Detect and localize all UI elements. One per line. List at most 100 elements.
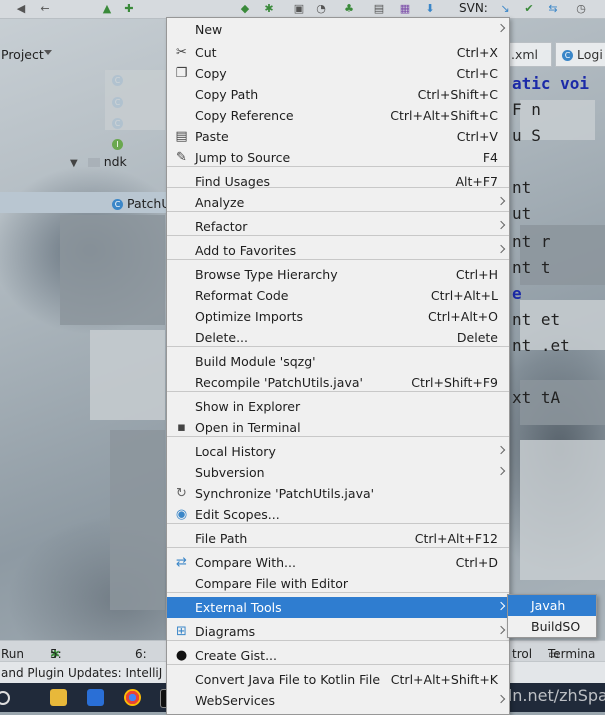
submenu-item-label: BuildSO [531,619,581,634]
terminal-tool-label: Termina [548,647,596,661]
menu-item-label: Open in Terminal [195,420,301,435]
menu-item-label: Local History [195,444,276,459]
menu-item-label: Build Module 'sqzg' [195,354,316,369]
menu-item-shortcut: Ctrl+Alt+Shift+C [390,108,498,123]
menu-item-webservices[interactable]: WebServices [167,690,509,711]
menu-item-label: Browse Type Hierarchy [195,267,338,282]
compare-icon: ⇄ [176,555,187,570]
scissors-icon: ✂ [176,45,187,60]
forward-arrow-icon[interactable]: ← [38,2,52,15]
menu-item-compare-file-with-editor[interactable]: Compare File with Editor [167,573,509,594]
menu-item-file-path[interactable]: File Path Ctrl+Alt+F12 [167,528,509,549]
tab-xml[interactable]: .xml [508,42,552,67]
avd-icon[interactable]: ▣ [292,2,306,15]
menu-item-label: Analyze [195,195,245,210]
menu-item-edit-scopes[interactable]: ◉ Edit Scopes... [167,504,509,525]
svn-update-project-icon[interactable]: ↘ [498,2,512,15]
tree-interface-item[interactable]: I [112,136,127,151]
menu-item-external-tools[interactable]: External Tools [167,597,509,618]
diagram-icon: ⊞ [176,624,187,639]
menu-item-label: Paste [195,129,229,144]
chevron-right-icon [498,220,504,231]
chrome-icon[interactable] [124,689,141,706]
menu-item-label: New [195,22,223,37]
menu-item-label: Copy [195,66,227,81]
bug-icon[interactable]: ✱ [262,2,276,15]
menu-item-label: Delete... [195,330,248,345]
menu-item-shortcut: Ctrl+Shift+F9 [411,375,498,390]
build-icon[interactable]: ▲ [100,2,114,15]
menu-item-jump-to-source[interactable]: ✎ Jump to Source F4 [167,147,509,168]
code-line: ut [512,204,532,223]
menu-item-copy[interactable]: ❐ Copy Ctrl+C [167,63,509,84]
menu-item-recompile-patchutils-java[interactable]: Recompile 'PatchUtils.java' Ctrl+Shift+F9 [167,372,509,393]
menu-item-delete[interactable]: Delete... Delete [167,327,509,348]
menu-item-add-to-favorites[interactable]: Add to Favorites [167,240,509,261]
menu-item-copy-path[interactable]: Copy Path Ctrl+Shift+C [167,84,509,105]
menu-item-local-history[interactable]: Local History [167,441,509,462]
code-line: nt .et [512,336,570,355]
menu-item-create-gist[interactable]: ● Create Gist... [167,645,509,666]
menu-item-browse-type-hierarchy[interactable]: Browse Type Hierarchy Ctrl+H [167,264,509,285]
code-line: F n [512,100,541,119]
back-icon[interactable]: ◀ [14,2,28,15]
blurred-region [520,440,605,580]
run-icon[interactable]: ✚ [122,2,136,15]
tab-xml-label: .xml [511,47,539,62]
svn-commit-icon[interactable]: ✔ [522,2,536,15]
menu-item-label: Jump to Source [195,150,291,165]
history-icon[interactable]: ◷ [574,2,588,15]
menu-item-find-usages[interactable]: Find Usages Alt+F7 [167,171,509,192]
expand-arrow-icon[interactable]: ▼ [70,158,78,169]
menu-item-copy-reference[interactable]: Copy Reference Ctrl+Alt+Shift+C [167,105,509,126]
class-icon: C [562,50,573,61]
menu-item-reformat-code[interactable]: Reformat Code Ctrl+Alt+L [167,285,509,306]
store-icon[interactable] [87,689,104,706]
submenu-item-buildso[interactable]: BuildSO [508,616,596,637]
blurred-region [60,215,165,325]
menu-item-open-in-terminal[interactable]: ▪ Open in Terminal [167,417,509,438]
svn-compare-icon[interactable]: ⇆ [546,2,560,15]
code-line: e [512,284,522,303]
interface-icon: I [112,139,123,150]
layout-inspector-icon[interactable]: ▦ [398,2,412,15]
submenu-item-javah[interactable]: Javah [508,595,596,616]
code-line: nt [512,178,532,197]
status-message[interactable]: and Plugin Updates: IntelliJ ID [1,666,179,680]
sdk-manager-icon[interactable]: ♣ [342,2,356,15]
chevron-right-icon [498,196,504,207]
tree-ndk-folder[interactable]: ▼ ndk [70,154,127,169]
terminal-icon: ▪ [177,420,186,435]
project-panel-header[interactable]: Project [0,44,170,66]
menu-item-show-in-explorer[interactable]: Show in Explorer [167,396,509,417]
tab-logi[interactable]: C Logi [555,42,605,67]
menu-item-new[interactable]: New [167,19,509,40]
menu-item-paste[interactable]: ▤ Paste Ctrl+V [167,126,509,147]
menu-item-label: Optimize Imports [195,309,304,324]
menu-item-optimize-imports[interactable]: Optimize Imports Ctrl+Alt+O [167,306,509,327]
device-icon[interactable]: ▤ [372,2,386,15]
menu-item-label: Compare File with Editor [195,576,349,591]
menu-item-label: Convert Java File to Kotlin File [195,672,381,687]
menu-item-compare-with[interactable]: ⇄ Compare With... Ctrl+D [167,552,509,573]
menu-item-cut[interactable]: ✂ Cut Ctrl+X [167,42,509,63]
chevron-right-icon [498,23,504,34]
menu-item-diagrams[interactable]: ⊞ Diagrams [167,621,509,642]
menu-item-shortcut: Ctrl+X [456,45,498,60]
menu-item-shortcut: Ctrl+Alt+Shift+K [390,672,498,687]
menu-item-analyze[interactable]: Analyze [167,192,509,213]
blurred-region [110,430,165,610]
menu-item-refactor[interactable]: Refactor [167,216,509,237]
chevron-right-icon [498,601,504,612]
menu-item-synchronize-patchutils-java[interactable]: ↻ Synchronize 'PatchUtils.java' [167,483,509,504]
sync-gradle-icon[interactable]: ◆ [238,2,252,15]
search-icon[interactable] [0,691,10,705]
file-explorer-icon[interactable] [50,689,67,706]
run-tool-label: Run [1,647,25,661]
menu-item-subversion[interactable]: Subversion [167,462,509,483]
chevron-right-icon [498,445,504,456]
profiler-icon[interactable]: ◔ [314,2,328,15]
menu-item-convert-java-file-to-kotlin-file[interactable]: Convert Java File to Kotlin File Ctrl+Alt… [167,669,509,690]
svn-update-icon[interactable]: ⬇ [423,2,437,15]
menu-item-build-module-sqzg[interactable]: Build Module 'sqzg' [167,351,509,372]
